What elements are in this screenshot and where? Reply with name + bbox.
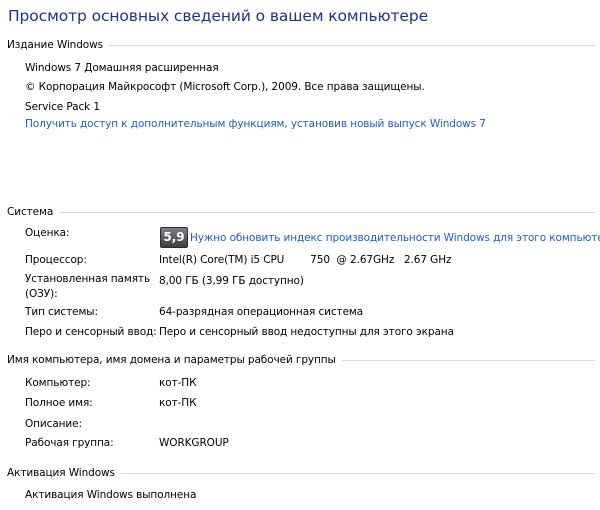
workgroup-label: Рабочая группа: xyxy=(25,437,114,449)
upgrade-link[interactable]: Получить доступ к дополнительным функция… xyxy=(25,118,486,130)
edition-name: Windows 7 Домашняя расширенная xyxy=(25,62,219,74)
description-label: Описание: xyxy=(25,418,82,430)
page-title: Просмотр основных сведений о вашем компь… xyxy=(8,7,429,25)
full-name-label: Полное имя: xyxy=(25,397,93,409)
computer-name-value: кот-ПК xyxy=(159,377,197,389)
full-name-value: кот-ПК xyxy=(159,397,197,409)
section-divider xyxy=(120,472,595,474)
rating-label: Оценка: xyxy=(25,227,70,239)
performance-score-badge[interactable]: 5,9 xyxy=(160,227,188,248)
service-pack: Service Pack 1 xyxy=(25,101,100,113)
section-activation-header: Активация Windows xyxy=(7,467,595,479)
section-system-header: Система xyxy=(7,206,595,218)
processor-label: Процессор: xyxy=(25,254,87,266)
section-activation-title: Активация Windows xyxy=(7,467,115,479)
rating-update-link[interactable]: Нужно обновить индекс производительности… xyxy=(190,232,600,244)
pen-touch-label: Перо и сенсорный ввод: xyxy=(25,326,157,338)
section-computer-title: Имя компьютера, имя домена и параметры р… xyxy=(7,354,336,366)
section-system-title: Система xyxy=(7,206,54,218)
edition-copyright: © Корпорация Майкрософт (Microsoft Corp.… xyxy=(25,81,425,93)
memory-label-line1: Установленная память xyxy=(25,273,151,285)
processor-value: Intel(R) Core(TM) i5 CPU 750 @ 2.67GHz 2… xyxy=(159,254,452,266)
memory-label-line2: (ОЗУ): xyxy=(25,288,58,300)
section-divider xyxy=(59,211,595,213)
system-type-label: Тип системы: xyxy=(25,306,98,318)
section-divider xyxy=(109,44,595,46)
activation-status: Активация Windows выполнена xyxy=(25,489,197,501)
section-computer-header: Имя компьютера, имя домена и параметры р… xyxy=(7,354,595,366)
workgroup-value: WORKGROUP xyxy=(159,437,229,449)
memory-value: 8,00 ГБ (3,99 ГБ доступно) xyxy=(159,275,304,287)
section-edition-header: Издание Windows xyxy=(7,39,595,51)
section-edition-title: Издание Windows xyxy=(7,39,103,51)
system-type-value: 64-разрядная операционная система xyxy=(159,306,364,318)
computer-name-label: Компьютер: xyxy=(25,377,91,389)
pen-touch-value: Перо и сенсорный ввод недоступны для это… xyxy=(159,326,454,338)
section-divider xyxy=(341,359,595,361)
